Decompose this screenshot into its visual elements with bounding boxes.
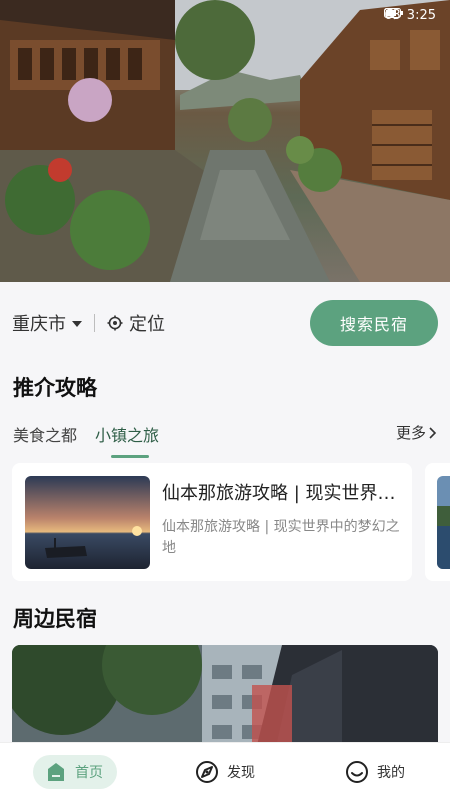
locate-label: 定位: [129, 314, 165, 335]
guide-card-thumbnail: [25, 476, 150, 569]
nav-home-label: 首页: [75, 764, 103, 781]
city-selector[interactable]: 重庆市: [12, 310, 82, 336]
guides-tabs: 美食之都 小镇之旅 更多: [13, 422, 438, 458]
more-label: 更多: [395, 424, 426, 442]
nav-mine[interactable]: 我的: [300, 760, 450, 784]
guides-section-title: 推介攻略: [13, 376, 97, 400]
bottom-navigation: 首页 发现 我的: [0, 742, 450, 800]
more-link[interactable]: 更多: [396, 422, 438, 443]
location-row: 重庆市 定位 搜索民宿: [12, 300, 438, 346]
tab-town-trip[interactable]: 小镇之旅: [95, 422, 160, 458]
status-time: 3:25: [406, 8, 436, 23]
guide-card-peek-thumbnail: [437, 476, 450, 569]
nav-discover-label: 发现: [227, 764, 255, 781]
app-screen: 63 3:25 重庆市 定位 搜索民宿: [0, 0, 450, 800]
chevron-right-icon: [429, 426, 437, 439]
home-icon: [48, 762, 64, 781]
nav-discover[interactable]: 发现: [150, 760, 300, 784]
nav-home[interactable]: 首页: [0, 754, 150, 789]
guide-card-peek[interactable]: [425, 463, 450, 581]
search-homestay-button[interactable]: 搜索民宿: [310, 300, 438, 346]
divider: [94, 314, 95, 332]
hero-banner-image[interactable]: 63 3:25: [0, 0, 450, 282]
locate-button[interactable]: 定位: [107, 310, 165, 336]
status-bar: 63 3:25: [384, 8, 436, 23]
caret-down-icon: [72, 321, 82, 327]
guide-card-title: 仙本那旅游攻略 | 现实世界中的梦幻之地: [162, 483, 400, 504]
guide-cards-carousel[interactable]: 仙本那旅游攻略 | 现实世界中的梦幻之地 仙本那旅游攻略 | 现实世界中的梦幻之…: [12, 463, 450, 581]
battery-icon: [384, 8, 404, 18]
lake-photo: [437, 476, 450, 569]
nearby-section-title: 周边民宿: [13, 607, 97, 631]
hero-illustration: [0, 0, 450, 282]
tab-food-capital[interactable]: 美食之都: [13, 422, 77, 446]
locate-target-icon: [107, 315, 123, 331]
guide-card-description: 仙本那旅游攻略 | 现实世界中的梦幻之地: [162, 519, 400, 556]
active-tab-indicator: [111, 455, 150, 458]
tab-label: 美食之都: [13, 426, 78, 445]
guide-card[interactable]: 仙本那旅游攻略 | 现实世界中的梦幻之地 仙本那旅游攻略 | 现实世界中的梦幻之…: [12, 463, 412, 581]
nav-home-pill: 首页: [33, 754, 117, 789]
city-name: 重庆市: [12, 314, 66, 335]
nav-mine-label: 我的: [377, 764, 405, 781]
tab-label: 小镇之旅: [95, 426, 160, 445]
sunset-lake-photo: [25, 476, 150, 569]
compass-icon: [196, 760, 218, 783]
smile-icon: [346, 760, 368, 783]
